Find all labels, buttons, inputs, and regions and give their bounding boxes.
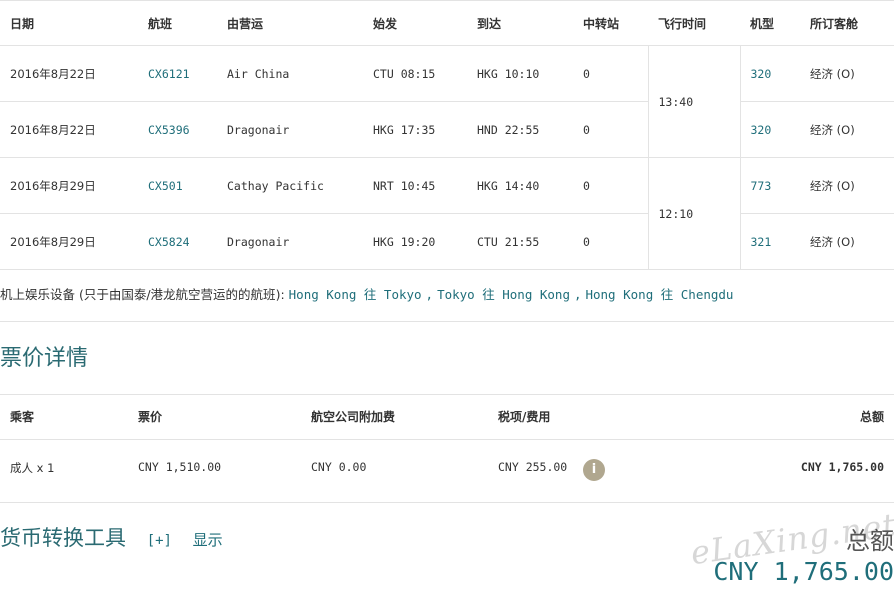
- col-date: 日期: [0, 1, 138, 46]
- fare-col-fare: 票价: [138, 410, 163, 424]
- flight-duration: 13:40: [647, 45, 741, 158]
- aircraft-link[interactable]: 773: [740, 157, 800, 214]
- fare-col-tax: 税项/费用: [498, 410, 551, 424]
- link-separator: ,: [573, 287, 582, 302]
- flight-stops: 0: [573, 45, 648, 102]
- entertainment-line: 机上娱乐设备 (只于由国泰/港龙航空营运的的航班): Hong Kong 往 T…: [0, 284, 733, 303]
- col-stops: 中转站: [573, 1, 648, 46]
- divider: [0, 394, 894, 395]
- table-row: 2016年8月29日 CX501 Cathay Pacific NRT 10:4…: [0, 157, 894, 270]
- grand-total-label: 总额: [846, 527, 894, 555]
- flight-departure: CTU 08:15: [363, 45, 467, 102]
- flight-departure: HKG 17:35: [363, 101, 467, 158]
- entertainment-link-hkg-chengdu[interactable]: Hong Kong 往 Chengdu: [585, 287, 733, 302]
- entertainment-link-hkg-tokyo[interactable]: Hong Kong 往 Tokyo: [289, 287, 422, 302]
- fare-passenger: 成人 x 1: [10, 461, 55, 475]
- currency-converter: 货币转换工具 [+] 显示: [0, 522, 223, 552]
- flight-arrival: HKG 10:10: [467, 45, 573, 102]
- flight-table-header: 日期 航班 由营运 始发 到达 中转站 飞行时间 机型 所订客舱: [0, 1, 894, 46]
- flight-number-link[interactable]: CX5396: [138, 101, 217, 158]
- fare-col-surcharge: 航空公司附加费: [311, 410, 396, 424]
- flight-stops: 0: [573, 101, 648, 158]
- col-duration: 飞行时间: [648, 1, 740, 46]
- col-cabin: 所订客舱: [800, 1, 894, 46]
- divider: [0, 321, 894, 322]
- fare-surcharge: CNY 0.00: [311, 460, 367, 474]
- table-row: 2016年8月22日 CX5396 Dragonair HKG 17:35 HN…: [0, 101, 894, 158]
- grand-total-amount: CNY 1,765.00: [713, 557, 894, 586]
- flight-number-link[interactable]: CX5824: [138, 213, 217, 270]
- aircraft-link[interactable]: 320: [740, 45, 800, 102]
- fare-col-passenger: 乘客: [10, 410, 35, 424]
- col-departure: 始发: [363, 1, 467, 46]
- entertainment-link-tokyo-hkg[interactable]: Tokyo 往 Hong Kong: [437, 287, 570, 302]
- flight-cabin: 经济 (O): [800, 101, 894, 158]
- col-flight: 航班: [138, 1, 217, 46]
- table-row: 2016年8月29日 CX5824 Dragonair HKG 19:20 CT…: [0, 213, 894, 270]
- currency-converter-title: 货币转换工具: [0, 526, 126, 550]
- flight-stops: 0: [573, 157, 648, 214]
- flight-number-link[interactable]: CX501: [138, 157, 217, 214]
- fare-base: CNY 1,510.00: [138, 460, 222, 474]
- flight-operator: Air China: [217, 45, 363, 102]
- flight-stops: 0: [573, 213, 648, 270]
- divider: [0, 439, 894, 440]
- col-arrival: 到达: [467, 1, 573, 46]
- fare-tax: CNY 255.00: [498, 460, 568, 474]
- link-separator: ,: [425, 287, 434, 302]
- flight-date: 2016年8月29日: [0, 213, 138, 270]
- fare-section-title: 票价详情: [0, 346, 89, 371]
- flight-operator: Dragonair: [217, 101, 363, 158]
- fare-total: CNY 1,765.00: [800, 460, 884, 474]
- flight-date: 2016年8月22日: [0, 101, 138, 158]
- flight-duration: 12:10: [647, 157, 741, 270]
- flight-cabin: 经济 (O): [800, 45, 894, 102]
- aircraft-link[interactable]: 320: [740, 101, 800, 158]
- flight-arrival: HND 22:55: [467, 101, 573, 158]
- flight-arrival: CTU 21:55: [467, 213, 573, 270]
- flight-date: 2016年8月29日: [0, 157, 138, 214]
- divider: [0, 502, 894, 503]
- flight-arrival: HKG 14:40: [467, 157, 573, 214]
- flight-operator: Dragonair: [217, 213, 363, 270]
- table-row: 2016年8月22日 CX6121 Air China CTU 08:15 HK…: [0, 45, 894, 158]
- show-converter-link[interactable]: 显示: [193, 531, 223, 549]
- flight-cabin: 经济 (O): [800, 213, 894, 270]
- flight-departure: HKG 19:20: [363, 213, 467, 270]
- col-aircraft: 机型: [740, 1, 800, 46]
- flight-table: 日期 航班 由营运 始发 到达 中转站 飞行时间 机型 所订客舱 2016年8月…: [0, 1, 894, 270]
- info-icon[interactable]: i: [583, 459, 605, 481]
- flight-number-link[interactable]: CX6121: [138, 45, 217, 102]
- col-operator: 由营运: [217, 1, 363, 46]
- flight-departure: NRT 10:45: [363, 157, 467, 214]
- flight-operator: Cathay Pacific: [217, 157, 363, 214]
- flight-cabin: 经济 (O): [800, 157, 894, 214]
- entertainment-label: 机上娱乐设备 (只于由国泰/港龙航空营运的的航班):: [0, 287, 285, 302]
- fare-col-total: 总额: [859, 410, 884, 424]
- flight-date: 2016年8月22日: [0, 45, 138, 102]
- expand-toggle-button[interactable]: [+]: [147, 533, 172, 549]
- aircraft-link[interactable]: 321: [740, 213, 800, 270]
